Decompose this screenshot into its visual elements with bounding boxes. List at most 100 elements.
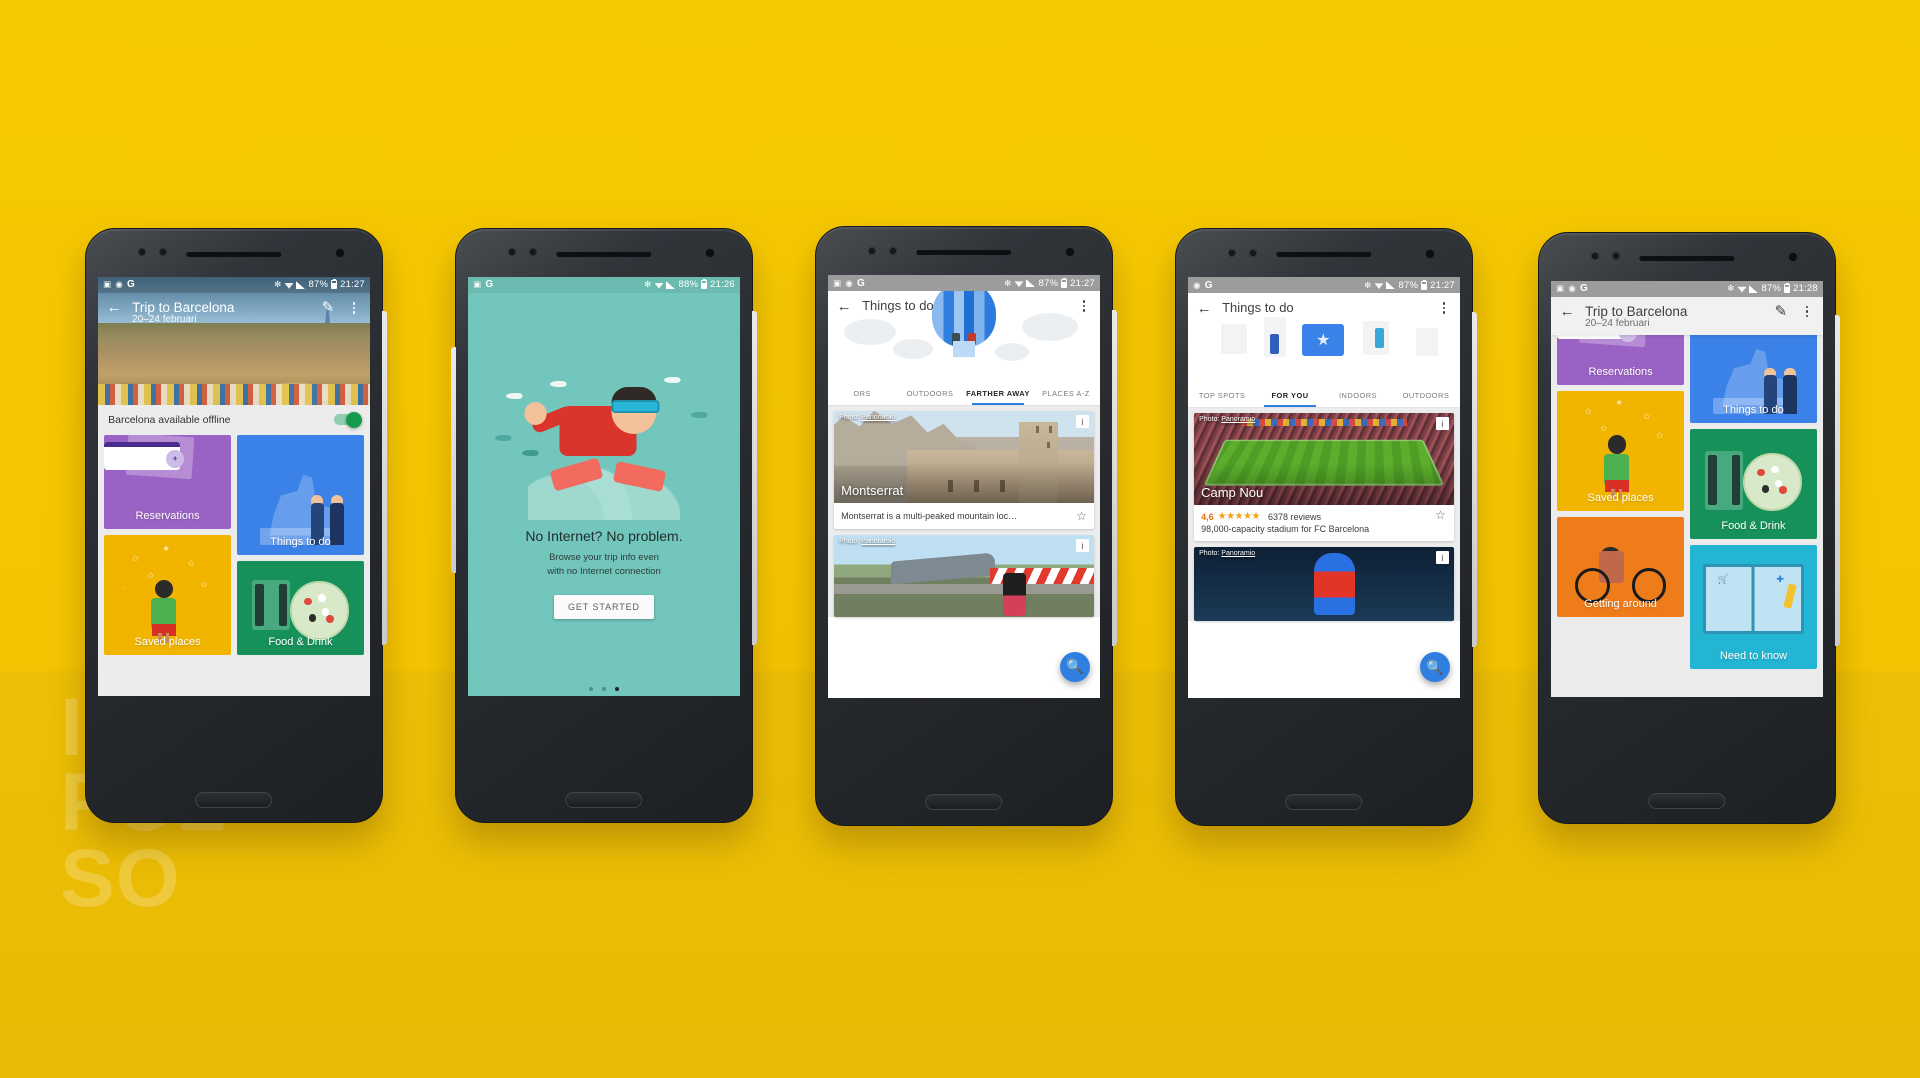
person-jumping-icon <box>1374 327 1384 348</box>
onboarding-pager[interactable] <box>468 686 740 691</box>
tab-outdoors[interactable]: OUTDOORS <box>896 383 964 405</box>
review-count: 6378 reviews <box>1267 511 1321 522</box>
star-outline-icon[interactable]: ☆ <box>1435 508 1454 522</box>
proximity-sensor-icon <box>1249 249 1256 256</box>
phone-things-to-do-foryou: ◉ G ✻ 87% 21:27 ★ ← Things to do TOP SPO… <box>1175 228 1477 826</box>
phone-no-internet: ▣ G ✻ 88% 21:26 No Internet? No problem.… <box>451 228 757 823</box>
photo-credit[interactable]: Photo: Panoramio <box>1199 550 1255 557</box>
place-card-camp-nou[interactable]: Photo: Panoramio i Camp Nou 4,6 ★★★★★ 63… <box>1194 413 1454 542</box>
tickets-icon: ✈ <box>1557 334 1647 348</box>
more-vert-icon[interactable] <box>346 300 362 316</box>
tab-indoors[interactable]: INDOORS <box>1324 385 1392 407</box>
edit-icon[interactable]: ✎ <box>1773 304 1789 320</box>
tile-things-to-do[interactable]: Things to do <box>1690 334 1817 423</box>
back-icon[interactable]: ← <box>1196 300 1212 316</box>
more-vert-icon[interactable] <box>1436 300 1452 316</box>
signal-icon <box>666 280 676 289</box>
more-vert-icon[interactable] <box>1076 298 1092 314</box>
photo-credit[interactable]: Photo: Panoramio <box>839 538 895 545</box>
battery-percent: 87% <box>308 279 329 291</box>
rating-row: 4,6 ★★★★★ 6378 reviews <box>1194 505 1328 524</box>
power-button[interactable] <box>752 311 757 645</box>
tickets-icon: ✈ <box>104 434 195 480</box>
trip-dates: 20–24 februari <box>1585 317 1650 329</box>
category-tabs[interactable]: ORS OUTDOORS FARTHER AWAY PLACES A-Z <box>828 383 1100 407</box>
balloon-basket-icon <box>953 341 975 358</box>
tab-outdoors[interactable]: OUTDOORS <box>1392 385 1460 407</box>
back-icon[interactable]: ← <box>1559 304 1575 320</box>
get-started-button[interactable]: GET STARTED <box>554 594 654 619</box>
tile-reservations[interactable]: ✈ Reservations <box>1557 334 1684 385</box>
place-card-montserrat[interactable]: Photo: Panoramio i Montserrat Montserrat… <box>834 411 1094 530</box>
wifi-icon <box>1014 281 1024 288</box>
google-g-icon: G <box>1204 279 1213 291</box>
home-button[interactable] <box>1648 792 1726 809</box>
tile-grid: ✈ Reservations ✩★ ✩✩ ✩ <box>1551 334 1823 675</box>
place-card-circuit[interactable]: Photo: Panoramio i <box>834 535 1094 618</box>
tile-label: Saved places <box>1587 491 1654 504</box>
info-icon[interactable]: i <box>1435 551 1449 565</box>
edit-icon[interactable]: ✎ <box>320 300 336 316</box>
home-button[interactable] <box>925 794 1003 811</box>
pager-dot-active[interactable] <box>615 686 619 691</box>
tile-food-drink[interactable]: Food & Drink <box>237 560 364 655</box>
place-meta: Montserrat is a multi-peaked mountain lo… <box>834 503 1094 529</box>
tile-saved-places[interactable]: ✩ ★ ✩ ✩ ✩ · Saved places <box>104 534 231 655</box>
page-title: Things to do <box>1222 300 1294 316</box>
tile-need-to-know[interactable]: 🛒 ✚ Need to know <box>1690 544 1817 669</box>
tile-things-to-do[interactable]: Things to do <box>237 434 364 555</box>
sync-icon: ◉ <box>1568 283 1576 294</box>
place-photo[interactable]: Photo: Panoramio i <box>834 535 1094 618</box>
place-photo[interactable]: Photo: Panoramio i <box>1194 547 1454 622</box>
tile-saved-places[interactable]: ✩ ★ ✩ ✩ ✩ Saved places <box>1557 390 1684 511</box>
star-outline-icon[interactable]: ☆ <box>1076 509 1087 523</box>
volume-button[interactable] <box>451 347 456 574</box>
photo-credit[interactable]: Photo: Panoramio <box>1199 416 1255 423</box>
tile-food-drink[interactable]: Food & Drink <box>1690 428 1817 539</box>
pager-dot[interactable] <box>602 686 606 691</box>
home-button[interactable] <box>565 791 643 808</box>
phone-trip-offline: ▣ ◉ G ✻ 87% 21:27 ← Trip to Barcelona 20… <box>85 228 387 823</box>
offline-label: Barcelona available offline <box>108 413 231 426</box>
photo-credit[interactable]: Photo: Panoramio <box>839 414 895 421</box>
tab-for-you[interactable]: FOR YOU <box>1256 385 1324 408</box>
bluetooth-icon: ✻ <box>1727 283 1735 294</box>
pager-dot[interactable] <box>589 686 593 691</box>
wifi-icon <box>1737 286 1747 293</box>
power-button[interactable] <box>1835 314 1840 647</box>
power-button[interactable] <box>1112 310 1117 646</box>
home-button[interactable] <box>1285 794 1363 811</box>
earpiece-speaker <box>916 250 1012 255</box>
tab-outdoors-partial[interactable]: ORS <box>828 383 896 405</box>
back-icon[interactable]: ← <box>106 300 122 316</box>
search-fab-button[interactable]: 🔍 <box>1059 651 1090 682</box>
tile-getting-around[interactable]: Getting around <box>1557 516 1684 617</box>
more-vert-icon[interactable] <box>1799 304 1815 320</box>
battery-percent: 87% <box>1761 283 1782 295</box>
back-icon[interactable]: ← <box>836 298 852 314</box>
place-photo[interactable]: Photo: Panoramio i Camp Nou <box>1194 413 1454 506</box>
info-icon[interactable]: i <box>1075 539 1089 553</box>
tab-places-az[interactable]: PLACES A-Z <box>1032 383 1100 405</box>
clock: 21:26 <box>710 279 735 291</box>
power-button[interactable] <box>1472 311 1477 647</box>
tile-label: Getting around <box>1584 597 1657 610</box>
info-icon[interactable]: i <box>1075 415 1089 429</box>
place-card-list: Photo: Panoramio i Montserrat Montserrat… <box>828 406 1100 618</box>
search-fab-button[interactable]: 🔍 <box>1419 652 1450 683</box>
tile-reservations[interactable]: ✈ Reservations <box>104 434 231 529</box>
home-button[interactable] <box>195 791 273 808</box>
info-icon[interactable]: i <box>1435 417 1449 431</box>
tile-grid: ✈ Reservations ✩ ★ ✩ ✩ ✩ · Saved places … <box>98 434 370 661</box>
power-button[interactable] <box>382 311 387 645</box>
place-photo[interactable]: Photo: Panoramio i Montserrat <box>834 411 1094 504</box>
category-tabs[interactable]: TOP SPOTS FOR YOU INDOORS OUTDOORS <box>1188 385 1460 409</box>
battery-percent: 87% <box>1038 277 1059 289</box>
sync-icon: ◉ <box>1193 279 1201 290</box>
offline-switch[interactable] <box>333 411 362 428</box>
tab-top-spots[interactable]: TOP SPOTS <box>1188 385 1256 407</box>
place-card-agbar[interactable]: Photo: Panoramio i <box>1194 547 1454 622</box>
offline-toggle-row[interactable]: Barcelona available offline <box>98 404 370 435</box>
clock: 21:28 <box>1793 283 1818 295</box>
tab-farther-away[interactable]: FARTHER AWAY <box>964 383 1032 406</box>
